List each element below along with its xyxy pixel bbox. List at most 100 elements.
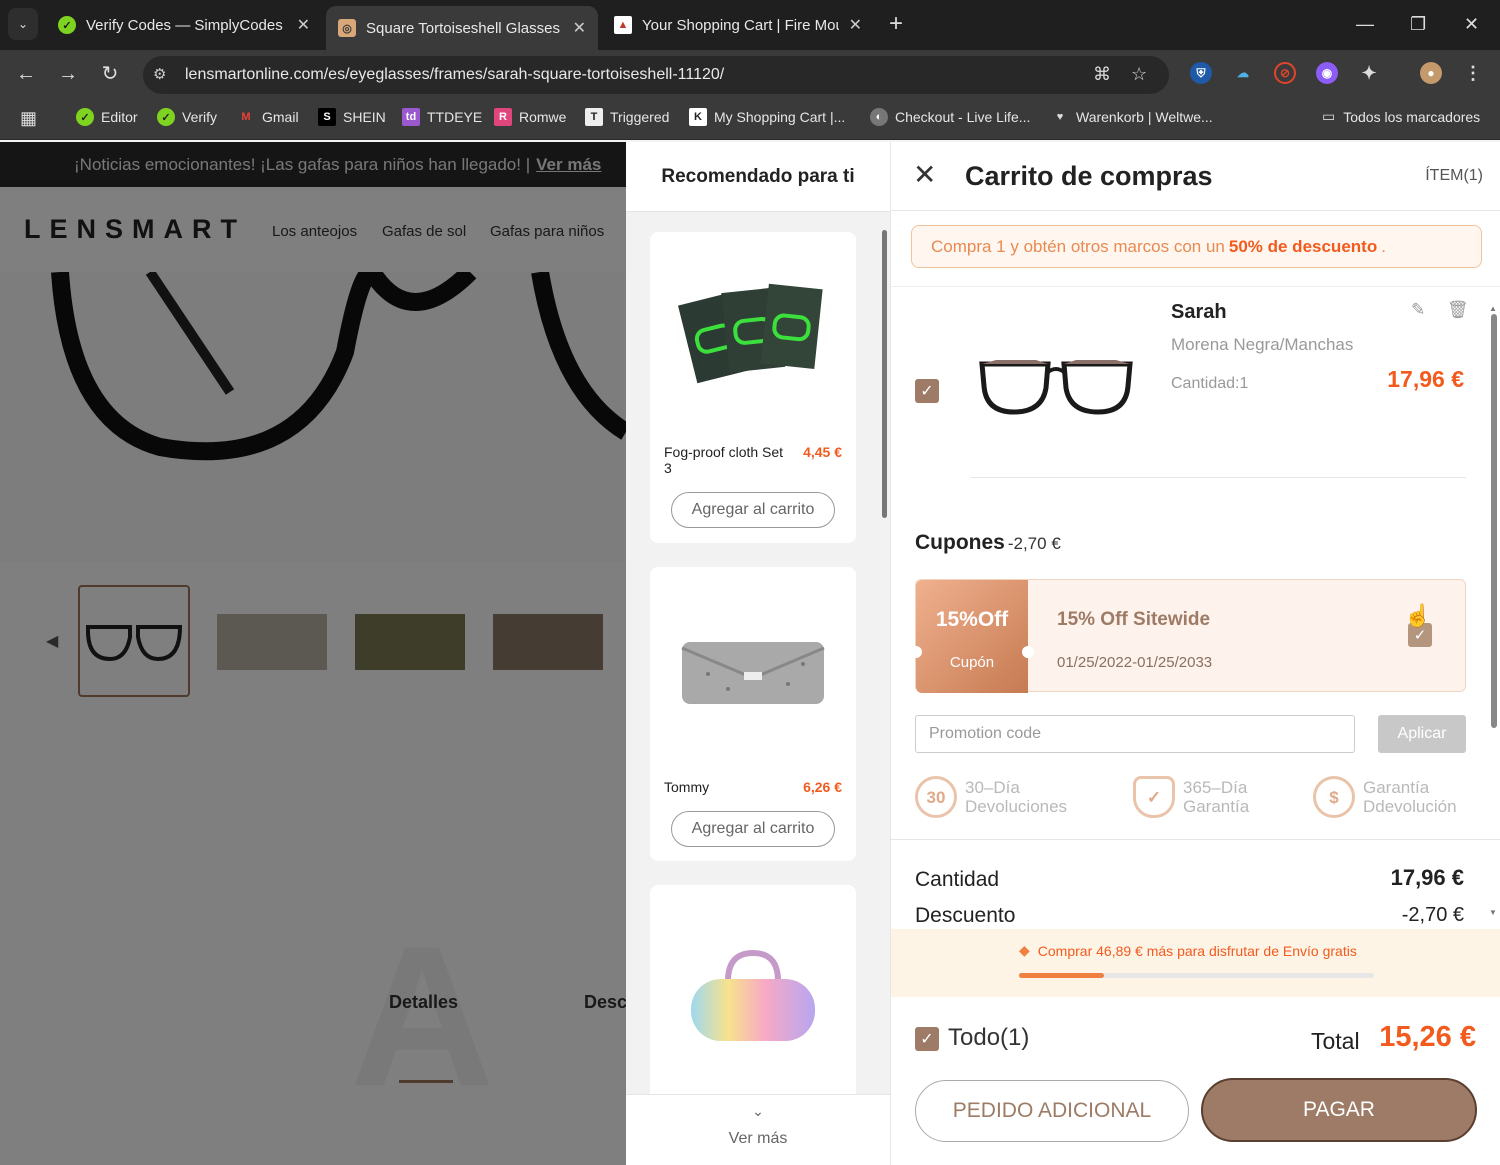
cart-item-count: ÍTEM(1): [1425, 167, 1483, 184]
item-checkbox[interactable]: ✓: [915, 379, 939, 403]
site-info-icon[interactable]: ⚙: [153, 65, 166, 83]
blocker-icon[interactable]: ⊘: [1274, 62, 1296, 84]
tab-fire-mountain[interactable]: ▲ Your Shopping Cart | Fire Moun ✕: [602, 8, 874, 42]
back-icon[interactable]: ←: [14, 62, 38, 86]
coupon-notch: [910, 646, 922, 658]
new-tab-button[interactable]: +: [889, 10, 903, 38]
tab-search-button[interactable]: ⌄: [8, 8, 38, 40]
additional-order-button[interactable]: PEDIDO ADICIONAL: [915, 1080, 1189, 1142]
apply-promo-button[interactable]: Aplicar: [1378, 715, 1466, 753]
folder-icon: ▭: [1322, 108, 1336, 124]
bookmark-verify[interactable]: ✓ Verify: [157, 108, 217, 126]
bookmark-label: TTDEYE: [427, 109, 483, 125]
browser-menu-icon[interactable]: ⋮: [1462, 62, 1484, 84]
bookmark-label: Romwe: [519, 109, 567, 125]
offer-highlight: 50% de descuento: [1228, 236, 1378, 256]
edit-icon[interactable]: ✎: [1411, 300, 1425, 320]
free-shipping-text: Comprar 46,89 € más para disfrutar de En…: [1037, 942, 1357, 959]
modal-backdrop[interactable]: [0, 142, 626, 1165]
extensions-puzzle-icon[interactable]: ✦: [1358, 62, 1380, 84]
tab-verify-codes[interactable]: ✓ Verify Codes — SimplyCodes ✕: [46, 8, 322, 42]
bookmark-label: Todos los marcadores: [1343, 108, 1481, 125]
tab-lensmart[interactable]: ◎ Square Tortoiseshell Glasses | SI ✕: [326, 6, 598, 50]
recommended-panel: Recomendado para ti Fog-proof cloth Set …: [626, 142, 890, 1165]
cart-item-quantity: Cantidad:1: [1171, 375, 1249, 392]
bookmark-my-shopping-cart[interactable]: K My Shopping Cart |...: [689, 108, 845, 126]
product-image: [670, 252, 836, 422]
recommended-scrollbar[interactable]: [882, 230, 887, 518]
close-tab-icon[interactable]: ✕: [297, 15, 310, 35]
see-more-label: Ver más: [728, 1130, 788, 1147]
chevron-down-icon: ⌄: [17, 17, 29, 31]
bookmark-romwe[interactable]: R Romwe: [494, 108, 566, 126]
reload-icon[interactable]: ↻: [98, 62, 122, 86]
trash-icon[interactable]: 🗑: [1447, 300, 1469, 320]
coupon-card[interactable]: 15%Off Cupón 15% Off Sitewide 01/25/2022…: [910, 579, 1466, 693]
close-tab-icon[interactable]: ✕: [573, 18, 586, 38]
close-tab-icon[interactable]: ✕: [849, 15, 862, 35]
bookmark-star-icon[interactable]: ☆: [1131, 64, 1147, 85]
see-more-button[interactable]: ⌄ Ver más: [626, 1094, 890, 1165]
guarantee-line: Ddevolución: [1363, 797, 1457, 816]
triggered-icon: T: [585, 108, 603, 126]
divider: [891, 839, 1500, 840]
coupons-label: Cupones: [915, 531, 1005, 554]
cart-item-image[interactable]: [971, 340, 1141, 430]
extension-cloud-icon[interactable]: ☁: [1232, 62, 1254, 84]
globe-icon: ◐: [870, 108, 888, 126]
product-name[interactable]: Fog-proof cloth Set 3: [664, 444, 794, 476]
recommended-card: Tommy 6,26 € Agregar al carrito: [650, 567, 856, 861]
bookmark-editor[interactable]: ✓ Editor: [76, 108, 138, 126]
coupon-badge: 15%Off Cupón: [910, 580, 1034, 693]
scroll-down-icon[interactable]: ▼: [1489, 908, 1497, 917]
cart-item-name[interactable]: Sarah: [1171, 301, 1227, 324]
cart-scrollbar[interactable]: [1491, 314, 1497, 728]
translate-icon[interactable]: ⌘: [1093, 64, 1111, 85]
returns-30-icon: 30: [915, 776, 957, 818]
close-icon[interactable]: ✕: [913, 160, 936, 190]
add-to-cart-button[interactable]: Agregar al carrito: [671, 492, 835, 528]
romwe-icon: R: [494, 108, 512, 126]
lensmart-icon: ◎: [338, 19, 356, 37]
restore-icon[interactable]: ❐: [1410, 10, 1426, 38]
bookmark-triggered[interactable]: T Triggered: [585, 108, 669, 126]
bookmark-checkout[interactable]: ◐ Checkout - Live Life...: [870, 108, 1030, 126]
bookmark-shein[interactable]: S SHEIN: [318, 108, 386, 126]
bookmark-label: Warenkorb | Weltwe...: [1076, 109, 1213, 125]
guarantee-line: Garantía: [1183, 797, 1250, 816]
select-all-checkbox[interactable]: ✓: [915, 1027, 939, 1051]
all-bookmarks[interactable]: ▭ Todos los marcadores: [1322, 108, 1480, 125]
product-name[interactable]: Tommy: [664, 779, 794, 795]
bookmark-ttdeye[interactable]: td TTDEYE: [402, 108, 482, 126]
select-all-label[interactable]: Todo(1): [948, 1024, 1029, 1052]
bitwarden-icon[interactable]: ⛨: [1190, 62, 1212, 84]
leaf-icon: ♥: [1056, 111, 1064, 123]
offer-suffix: .: [1381, 236, 1386, 256]
coupon-badge-text: 15%Off: [935, 608, 1009, 631]
minimize-icon[interactable]: —: [1356, 10, 1374, 38]
cart-title: Carrito de compras: [965, 161, 1213, 191]
bookmark-warenkorb[interactable]: ♥ Warenkorb | Weltwe...: [1051, 108, 1213, 126]
glasses-image: [979, 360, 1133, 415]
divider: [971, 477, 1466, 478]
address-bar[interactable]: ⚙ lensmartonline.com/es/eyeglasses/frame…: [143, 56, 1169, 94]
discount-value: -2,70 €: [1401, 904, 1464, 926]
url-text[interactable]: lensmartonline.com/es/eyeglasses/frames/…: [185, 66, 724, 84]
bookmark-gmail[interactable]: M Gmail: [237, 108, 298, 126]
add-to-cart-button[interactable]: Agregar al carrito: [671, 811, 835, 847]
bookmark-label: Editor: [101, 109, 138, 125]
coupons-heading: Cupones -2,70 €: [915, 531, 1061, 555]
profile-avatar[interactable]: ●: [1420, 62, 1442, 84]
promo-code-input[interactable]: [915, 715, 1355, 753]
offer-text: Compra 1 y obtén otros marcos con un: [931, 236, 1225, 256]
scroll-up-icon[interactable]: ▲: [1489, 304, 1497, 313]
glasses-case-image: [681, 642, 825, 704]
browser-toolbar: ← → ↻ ⚙ lensmartonline.com/es/eyeglasses…: [0, 50, 1500, 98]
extension-purple-icon[interactable]: ◉: [1316, 62, 1338, 84]
apps-grid-icon[interactable]: ▦: [20, 108, 37, 129]
coupons-discount: -2,70 €: [1007, 534, 1061, 553]
close-window-icon[interactable]: ✕: [1464, 10, 1479, 38]
pay-button[interactable]: PAGAR: [1201, 1078, 1477, 1142]
forward-icon[interactable]: →: [56, 62, 80, 86]
gmail-icon: M: [241, 111, 251, 123]
